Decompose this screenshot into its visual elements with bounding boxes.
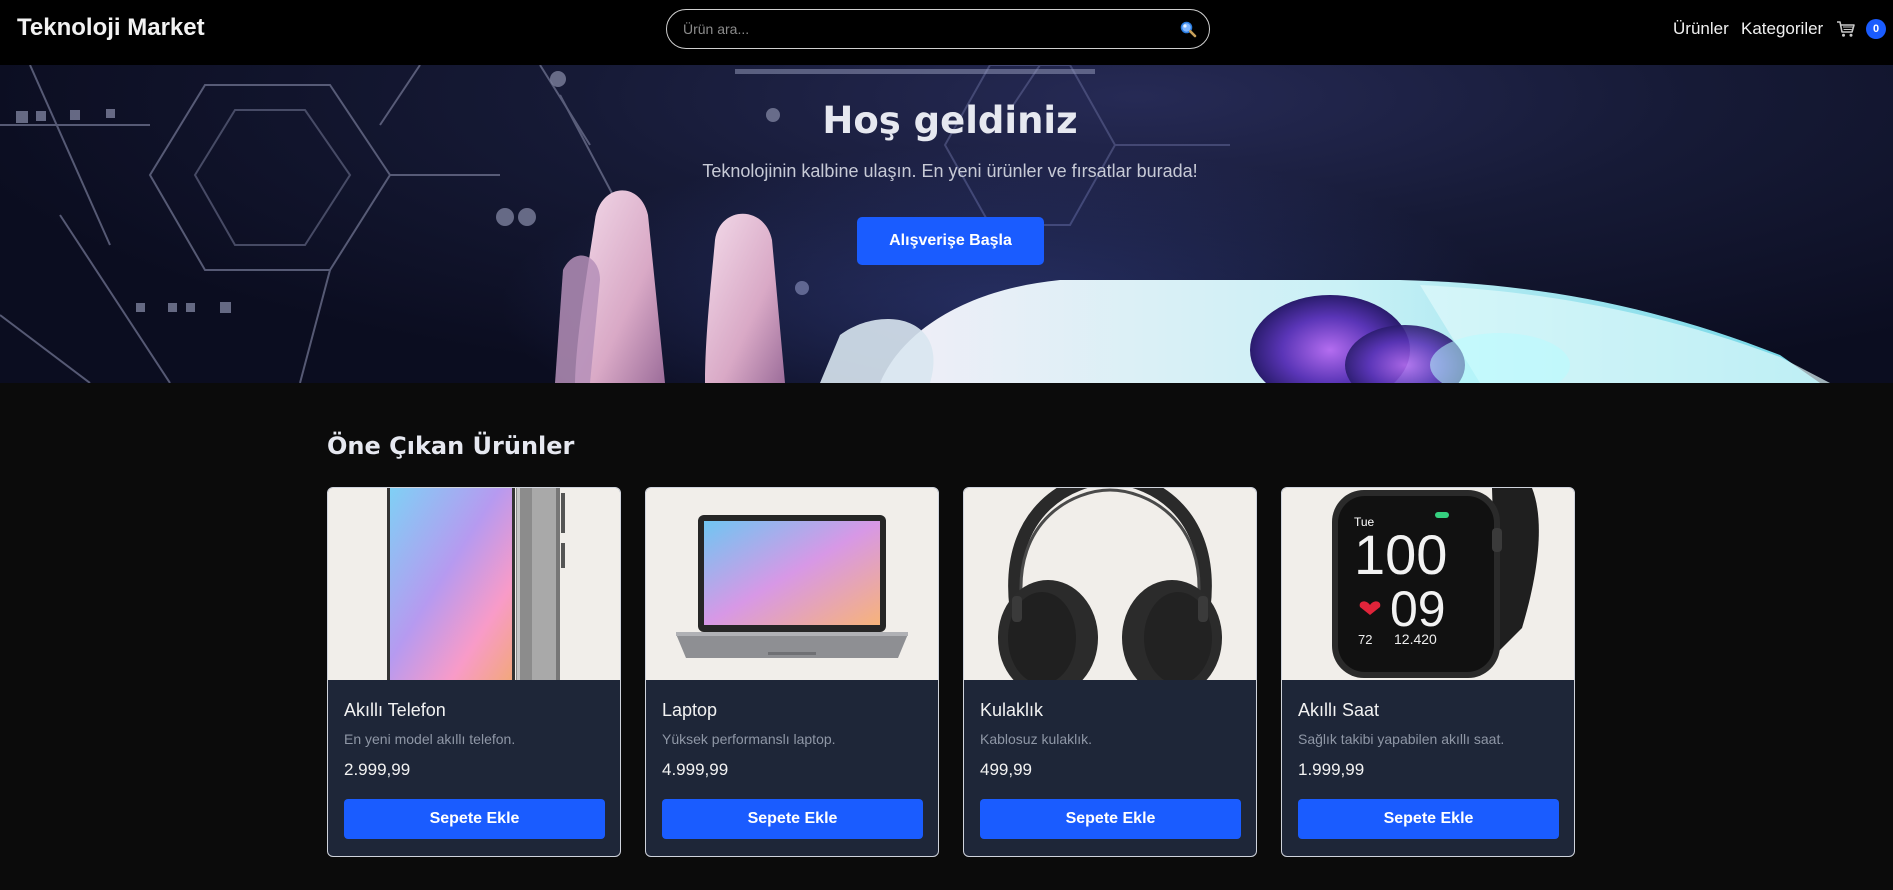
product-image-smartwatch[interactable]: Tue 100 09 72 12.420	[1282, 488, 1574, 680]
nav-link-categories[interactable]: Kategoriler	[1741, 19, 1823, 39]
search-icon[interactable]	[1179, 20, 1197, 38]
watch-hour-text: 100	[1354, 523, 1447, 586]
product-image-headphones[interactable]	[964, 488, 1256, 680]
add-to-cart-button[interactable]: Sepete Ekle	[980, 799, 1241, 839]
cart-icon[interactable]	[1836, 20, 1856, 38]
add-to-cart-button[interactable]: Sepete Ekle	[1298, 799, 1559, 839]
product-price: 4.999,99	[662, 760, 729, 779]
product-name: Laptop	[662, 700, 718, 720]
product-description: Kablosuz kulaklık.	[980, 731, 1093, 747]
product-description: Sağlık takibi yapabilen akıllı saat.	[1298, 731, 1505, 747]
product-image-laptop[interactable]	[646, 488, 938, 680]
add-to-cart-button[interactable]: Sepete Ekle	[662, 799, 923, 839]
product-description: En yeni model akıllı telefon.	[344, 731, 516, 747]
hero-title: Hoş geldiniz	[822, 99, 1078, 142]
nav-link-products[interactable]: Ürünler	[1673, 19, 1729, 39]
product-card-smartwatch: Tue 100 09 72 12.420 Akıllı Saat Sağlık …	[1281, 487, 1575, 857]
product-price: 2.999,99	[344, 760, 411, 779]
product-card-headphones: Kulaklık Kablosuz kulaklık. 499,99 Sepet…	[963, 487, 1257, 857]
product-card-laptop: Laptop Yüksek performanslı laptop. 4.999…	[645, 487, 939, 857]
product-name: Akıllı Telefon	[344, 700, 446, 720]
brand-logo[interactable]: Teknoloji Market	[17, 14, 205, 42]
add-to-cart-button[interactable]: Sepete Ekle	[344, 799, 605, 839]
hero-banner: Hoş geldiniz Teknolojinin kalbine ulaşın…	[0, 65, 1893, 383]
product-name: Kulaklık	[980, 700, 1044, 720]
search-input[interactable]	[683, 18, 1163, 40]
cart-count-badge[interactable]: 0	[1866, 19, 1886, 39]
watch-steps-text: 12.420	[1394, 631, 1437, 647]
product-image-phone[interactable]	[328, 488, 620, 680]
product-card-phone: Akıllı Telefon En yeni model akıllı tele…	[327, 487, 621, 857]
watch-minute-text: 09	[1390, 581, 1446, 637]
start-shopping-button[interactable]: Alışverişe Başla	[857, 217, 1044, 265]
featured-products-title: Öne Çıkan Ürünler	[327, 432, 575, 460]
navbar: Teknoloji Market Ürünler Kategoriler 0	[0, 0, 1893, 65]
watch-heart-rate-text: 72	[1358, 632, 1372, 647]
product-description: Yüksek performanslı laptop.	[662, 731, 836, 747]
search-bar[interactable]	[666, 9, 1210, 49]
product-name: Akıllı Saat	[1298, 700, 1380, 720]
product-price: 499,99	[980, 760, 1032, 779]
product-price: 1.999,99	[1298, 760, 1365, 779]
hero-subtitle: Teknolojinin kalbine ulaşın. En yeni ürü…	[702, 161, 1198, 181]
